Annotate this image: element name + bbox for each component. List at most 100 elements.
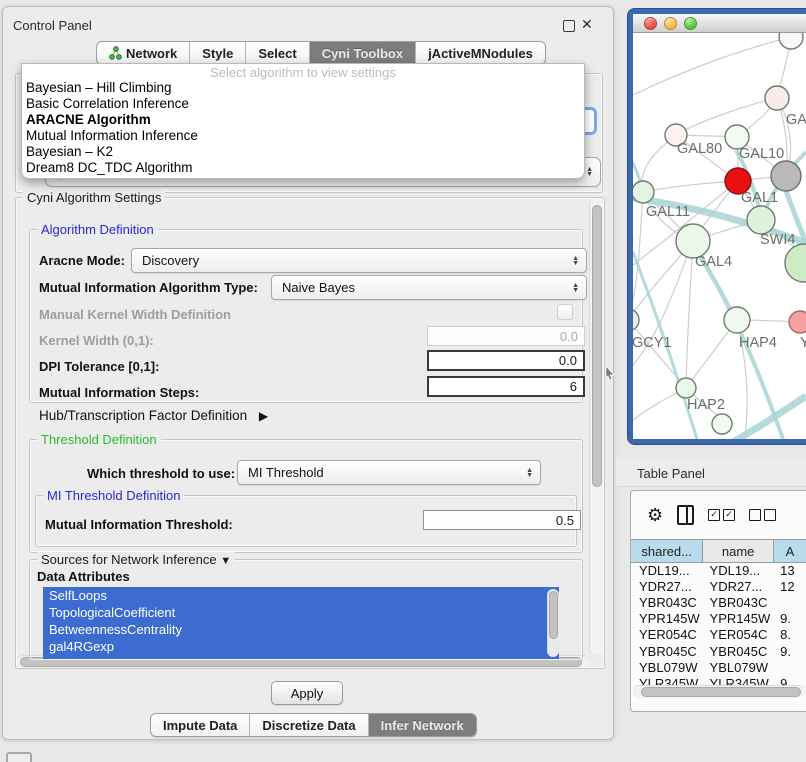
tab-infer-network[interactable]: Infer Network — [369, 714, 476, 736]
table-cell: YBL079W — [631, 660, 704, 675]
table-row[interactable]: YER054CYER054C8. — [631, 627, 806, 643]
network-node[interactable] — [633, 309, 639, 331]
close-window-icon[interactable] — [644, 17, 657, 30]
algorithm-option-bayesian-hill-climbing[interactable]: Bayesian – Hill Climbing — [22, 80, 584, 96]
attribute-list-scrollbar[interactable] — [547, 589, 559, 657]
tab-style[interactable]: Style — [190, 42, 246, 64]
column-header-a[interactable]: A — [774, 540, 806, 562]
table-row[interactable]: YBL079WYBL079W — [631, 659, 806, 675]
mi-steps-field[interactable]: 6 — [427, 376, 585, 397]
minimize-window-icon[interactable] — [664, 17, 677, 30]
data-attribute-item[interactable]: BetweennessCentrality — [43, 621, 559, 638]
data-attribute-item[interactable]: SelfLoops — [43, 587, 559, 604]
tab-cyni-toolbox[interactable]: Cyni Toolbox — [310, 42, 416, 64]
collapsed-panel-button[interactable] — [6, 752, 32, 762]
node-table: ⚙ ✓ ✓ shared...nameA YDL19...YDL19...13Y… — [630, 490, 806, 712]
table-row[interactable]: YBR045CYBR045C9. — [631, 643, 806, 659]
column-header-name[interactable]: name — [703, 540, 774, 562]
mi-threshold-label: Mutual Information Threshold: — [45, 517, 233, 532]
node-label: GAL1 — [741, 190, 778, 206]
zoom-window-icon[interactable] — [684, 17, 697, 30]
kernel-width-label: Kernel Width (0,1): — [39, 333, 154, 348]
table-hscroll-thumb[interactable] — [641, 687, 801, 697]
algorithm-option-mutual-information-inference[interactable]: Mutual Information Inference — [22, 128, 584, 144]
tab-label: Impute Data — [163, 718, 237, 733]
select-all-columns-icon[interactable]: ✓ ✓ — [708, 509, 735, 521]
network-node[interactable] — [771, 161, 801, 191]
algorithm-option-basic-correlation-inference[interactable]: Basic Correlation Inference — [22, 96, 584, 112]
which-threshold-value: MI Threshold — [248, 465, 324, 480]
mouse-cursor — [605, 366, 615, 380]
close-panel-icon[interactable]: ✕ — [581, 16, 593, 33]
tab-network[interactable]: Network — [97, 42, 190, 64]
dpi-tolerance-field[interactable]: 0.0 — [427, 350, 585, 371]
table-row[interactable]: YBR043CYBR043C — [631, 594, 806, 610]
network-node[interactable] — [747, 206, 775, 234]
network-edge[interactable] — [643, 181, 738, 192]
data-attribute-item[interactable]: TopologicalCoefficient — [43, 604, 559, 621]
network-node[interactable] — [724, 307, 750, 333]
aracne-mode-combo[interactable]: Discovery ▲▼ — [131, 248, 587, 273]
settings-vscroll-thumb[interactable] — [592, 205, 602, 487]
network-node[interactable] — [633, 181, 654, 203]
data-attribute-item[interactable]: gal4RGexp — [43, 638, 559, 655]
kernel-width-field[interactable]: 0.0 — [427, 326, 585, 346]
mi-algorithm-type-value: Naive Bayes — [282, 280, 355, 295]
table-row[interactable]: YLR345WYLR345W9. — [631, 675, 806, 685]
tab-select[interactable]: Select — [246, 42, 309, 64]
algorithm-option-bayesian-k2[interactable]: Bayesian – K2 — [22, 144, 584, 160]
combo-arrows-icon: ▲▼ — [526, 468, 533, 478]
node-label: GAL10 — [739, 146, 784, 162]
table-panel-title: Table Panel — [637, 466, 705, 481]
apply-button[interactable]: Apply — [271, 681, 343, 705]
network-node[interactable] — [779, 33, 803, 49]
table-row[interactable]: YDL19...YDL19...13 — [631, 562, 806, 578]
top-tab-bar: NetworkStyleSelectCyni Toolbox jActiveMNo… — [96, 41, 546, 65]
split-columns-icon[interactable] — [677, 505, 694, 525]
tab-discretize-data[interactable]: Discretize Data — [250, 714, 368, 736]
table-cell: YPR145W — [704, 611, 775, 626]
table-row[interactable]: YPR145WYPR145W9. — [631, 611, 806, 627]
network-canvas[interactable]: GALGAL80GAL10GAL1GAL11SWI4GAL4GCY1HAP4YH… — [633, 33, 806, 439]
network-node[interactable] — [789, 311, 806, 333]
table-cell: 9. — [774, 644, 806, 659]
settings-vertical-scrollbar[interactable] — [589, 199, 603, 655]
column-header-shared-[interactable]: shared... — [631, 540, 703, 562]
table-cell: YER054C — [631, 627, 704, 642]
network-edge[interactable] — [686, 241, 693, 388]
attribute-list-scroll-thumb[interactable] — [549, 591, 558, 639]
table-cell: 9. — [774, 611, 806, 626]
algorithm-option-aracne-algorithm[interactable]: ARACNE Algorithm — [22, 112, 584, 128]
manual-kernel-checkbox[interactable] — [557, 304, 573, 320]
tab-impute-data[interactable]: Impute Data — [151, 714, 250, 736]
tab-jactivemnodules[interactable]: jActiveMNodules — [416, 42, 545, 64]
tab-label: jActiveMNodules — [428, 46, 533, 61]
algorithm-option-dream8-dc-tdc-algorithm[interactable]: Dream8 DC_TDC Algorithm — [22, 160, 584, 176]
collapse-arrow-icon[interactable]: ▼ — [220, 555, 231, 567]
expand-arrow-icon: ▶ — [259, 409, 268, 423]
which-threshold-combo[interactable]: MI Threshold ▲▼ — [237, 460, 541, 485]
combo-arrows-icon: ▲▼ — [572, 283, 579, 293]
which-threshold-label: Which threshold to use: — [87, 466, 235, 481]
network-node[interactable] — [765, 86, 789, 110]
table-horizontal-scrollbar[interactable] — [633, 685, 805, 698]
table-cell: YBR043C — [704, 595, 775, 610]
mi-threshold-group-title: MI Threshold Definition — [43, 488, 184, 503]
network-node[interactable] — [676, 224, 710, 258]
hub-definition-toggle[interactable]: Hub/Transcription Factor Definition ▶ — [39, 408, 268, 423]
mi-threshold-field[interactable]: 0.5 — [423, 510, 581, 530]
network-node[interactable] — [785, 244, 806, 282]
node-label: HAP4 — [739, 335, 777, 351]
table-row[interactable]: YDR27...YDR27...12 — [631, 578, 806, 594]
mi-algorithm-type-combo[interactable]: Naive Bayes ▲▼ — [271, 275, 587, 300]
float-window-icon[interactable] — [563, 20, 575, 32]
sources-group-title: Sources for Network Inference ▼ — [37, 552, 235, 567]
unselect-all-columns-icon[interactable] — [749, 509, 776, 521]
network-edge[interactable] — [633, 37, 791, 95]
gear-icon[interactable]: ⚙ — [647, 505, 663, 526]
network-window-titlebar[interactable] — [633, 14, 806, 33]
tab-label: Discretize Data — [262, 718, 355, 733]
sources-title-text: Sources for Network Inference — [41, 552, 217, 567]
network-node[interactable] — [712, 414, 732, 434]
network-node[interactable] — [676, 378, 696, 398]
